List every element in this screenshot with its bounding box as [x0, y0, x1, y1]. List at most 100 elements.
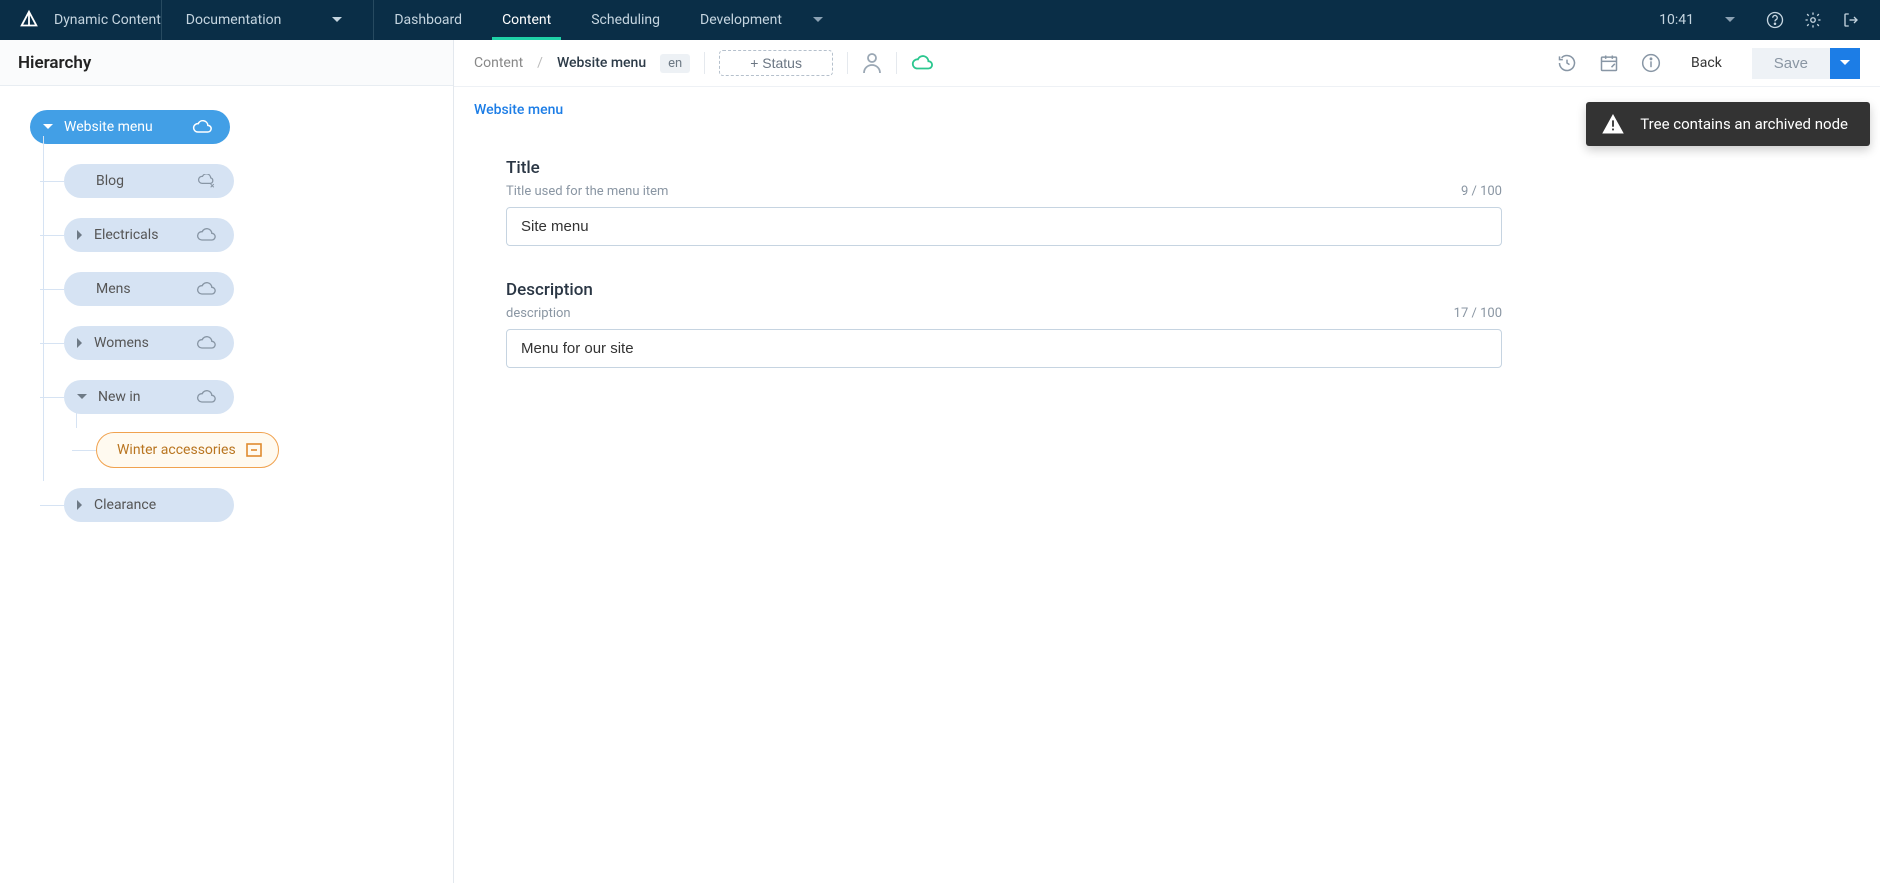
tree-item-label: Mens [96, 281, 186, 297]
tree-row: Blog [40, 164, 433, 198]
info-icon[interactable] [1641, 53, 1661, 73]
tree-row: Winter accessories [72, 432, 433, 468]
tree-connector [40, 289, 64, 290]
warning-icon [1602, 114, 1624, 134]
breadcrumb-current: Website menu [557, 55, 646, 71]
content-body: Website menu Title Title used for the me… [454, 87, 1880, 422]
tab-content[interactable]: Content [482, 0, 571, 40]
help-icon[interactable] [1766, 11, 1784, 29]
content-panel: Content / Website menu en + Status Bac [454, 40, 1880, 883]
chevron-right-icon [76, 499, 84, 511]
field-hint: Title used for the menu item [506, 184, 668, 199]
cloud-x-icon [196, 174, 216, 188]
breadcrumb-slash: / [537, 55, 543, 71]
save-button[interactable]: Save [1752, 48, 1830, 79]
person-icon[interactable] [862, 52, 882, 74]
cloud-icon [196, 282, 216, 296]
field-label: Description [506, 280, 1502, 300]
cloud-icon [196, 228, 216, 242]
cloud-status-icon [911, 55, 933, 71]
title-input[interactable] [506, 207, 1502, 246]
tree-row: Clearance [40, 488, 433, 522]
cloud-icon [196, 336, 216, 350]
section-select-label: Documentation [186, 12, 282, 28]
breadcrumb-section[interactable]: Content [474, 55, 523, 71]
save-options-button[interactable] [1830, 48, 1860, 79]
tree-item-label: Website menu [64, 119, 182, 135]
section-select[interactable]: Documentation [162, 12, 374, 28]
tree-item-label: Blog [96, 173, 186, 189]
top-nav: Dynamic Content Documentation Dashboard … [0, 0, 1880, 40]
tree-item-label: New in [98, 389, 186, 405]
form: Title Title used for the menu item 9 / 1… [474, 158, 1534, 368]
save-button-group: Save [1752, 48, 1860, 79]
tree-row: Womens [40, 326, 433, 360]
description-input[interactable] [506, 329, 1502, 368]
chevron-down-icon [76, 393, 88, 401]
calendar-icon[interactable] [1599, 53, 1619, 73]
field-description: Description description 17 / 100 [506, 280, 1502, 368]
tree-connector [40, 343, 64, 344]
cloud-icon [196, 390, 216, 404]
tree-item-new-in[interactable]: New in [64, 380, 234, 414]
toast-message: Tree contains an archived node [1640, 115, 1848, 133]
top-nav-right: 10:41 [1659, 11, 1880, 29]
field-label: Title [506, 158, 1502, 178]
tab-label: Scheduling [591, 12, 660, 28]
field-title: Title Title used for the menu item 9 / 1… [506, 158, 1502, 246]
tab-development[interactable]: Development [680, 0, 844, 40]
field-hint: description [506, 306, 571, 321]
tree-item-blog[interactable]: Blog [64, 164, 234, 198]
logout-icon[interactable] [1842, 11, 1860, 29]
top-nav-tabs: Dashboard Content Scheduling Development [374, 0, 844, 40]
tree-item-label: Electricals [94, 227, 186, 243]
divider [896, 52, 897, 74]
section-tab-website-menu[interactable]: Website menu [474, 102, 563, 118]
toolbar-right: Back Save [1557, 48, 1860, 79]
tree-item-label: Winter accessories [117, 442, 236, 458]
back-button[interactable]: Back [1683, 55, 1730, 71]
chevron-right-icon [76, 229, 84, 241]
tree-row: New in [40, 380, 433, 414]
add-status-button[interactable]: + Status [719, 50, 833, 76]
tab-dashboard[interactable]: Dashboard [374, 0, 482, 40]
tree-item-womens[interactable]: Womens [64, 326, 234, 360]
chevron-down-icon [331, 16, 343, 24]
tab-scheduling[interactable]: Scheduling [571, 0, 680, 40]
time-value: 10:41 [1659, 12, 1694, 28]
gear-icon[interactable] [1804, 11, 1822, 29]
app-logo [18, 9, 40, 31]
warning-toast: Tree contains an archived node [1586, 102, 1870, 146]
language-chip[interactable]: en [660, 54, 690, 73]
tree-connector [40, 235, 64, 236]
archive-icon [246, 443, 262, 457]
tree-item-label: Womens [94, 335, 186, 351]
tree-item-mens[interactable]: Mens [64, 272, 234, 306]
tree-root-website-menu[interactable]: Website menu [30, 110, 230, 144]
tree-connector [72, 450, 96, 451]
tree-row: Mens [40, 272, 433, 306]
tree-connector [40, 181, 64, 182]
app-name: Dynamic Content [54, 12, 161, 28]
top-nav-left: Dynamic Content [0, 0, 161, 40]
divider [847, 52, 848, 74]
tab-label: Development [700, 12, 782, 28]
tree-row: Electricals [40, 218, 433, 252]
field-counter: 9 / 100 [1461, 184, 1502, 199]
tree-item-clearance[interactable]: Clearance [64, 488, 234, 522]
tree-item-electricals[interactable]: Electricals [64, 218, 234, 252]
time-display[interactable]: 10:41 [1659, 12, 1736, 28]
chevron-down-icon [42, 123, 54, 131]
cloud-icon [192, 120, 212, 134]
chevron-right-icon [76, 337, 84, 349]
chevron-down-icon [1839, 59, 1851, 67]
chevron-down-icon [812, 16, 824, 24]
tree-connector [40, 397, 64, 398]
history-icon[interactable] [1557, 53, 1577, 73]
hierarchy-tree: Website menu Blog Electricals [0, 86, 453, 542]
tab-label: Dashboard [394, 12, 462, 28]
content-toolbar: Content / Website menu en + Status Bac [454, 40, 1880, 87]
tree-connector [40, 505, 64, 506]
tree-item-winter-accessories[interactable]: Winter accessories [96, 432, 279, 468]
field-counter: 17 / 100 [1454, 306, 1502, 321]
